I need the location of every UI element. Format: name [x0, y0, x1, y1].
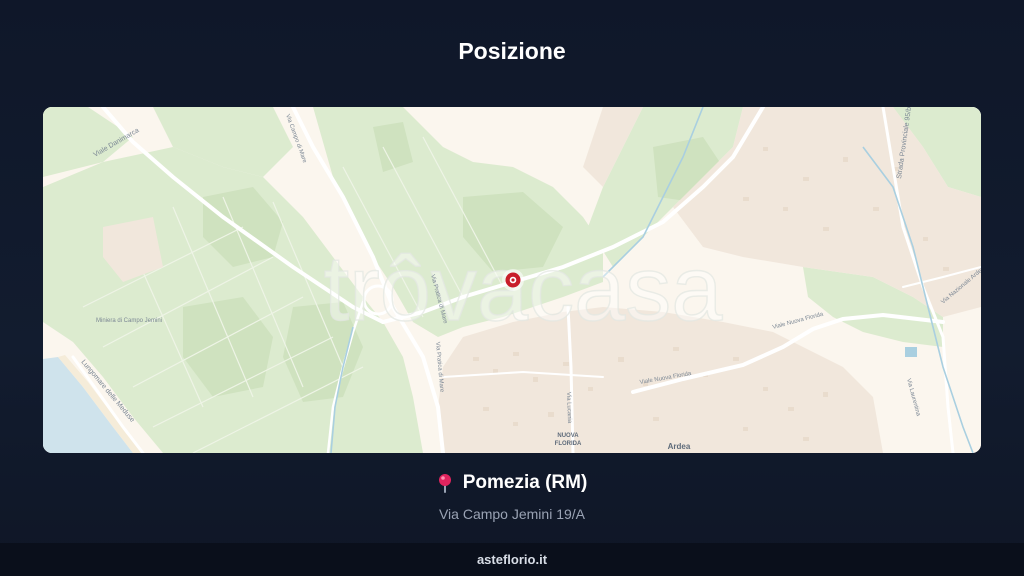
- location-pin-icon: [438, 474, 451, 493]
- map-label: Miniera di Campo Jemini: [96, 318, 162, 324]
- map-label-place: NUOVA: [557, 433, 579, 439]
- map-label-town: Ardea: [668, 442, 691, 451]
- page-title: Posizione: [458, 38, 566, 64]
- location-info: Pomezia (RM) Via Campo Jemini 19/A: [0, 472, 1024, 522]
- map-label-place: FLORIDA: [555, 441, 582, 447]
- city-row: Pomezia (RM): [437, 472, 588, 494]
- footer-site-name[interactable]: asteflorio.it: [0, 543, 1024, 576]
- street-address: Via Campo Jemini 19/A: [438, 506, 586, 522]
- map-pin-marker-icon[interactable]: [502, 269, 524, 291]
- map-view[interactable]: trôvacasa Viale Danimarca Strada Provinc…: [43, 107, 981, 453]
- watermark-logo: trôvacasa: [324, 238, 724, 340]
- map-canvas[interactable]: trôvacasa Viale Danimarca Strada Provinc…: [43, 107, 981, 453]
- map-label: Via Lucania: [565, 392, 572, 424]
- city-name: Pomezia (RM): [462, 472, 588, 493]
